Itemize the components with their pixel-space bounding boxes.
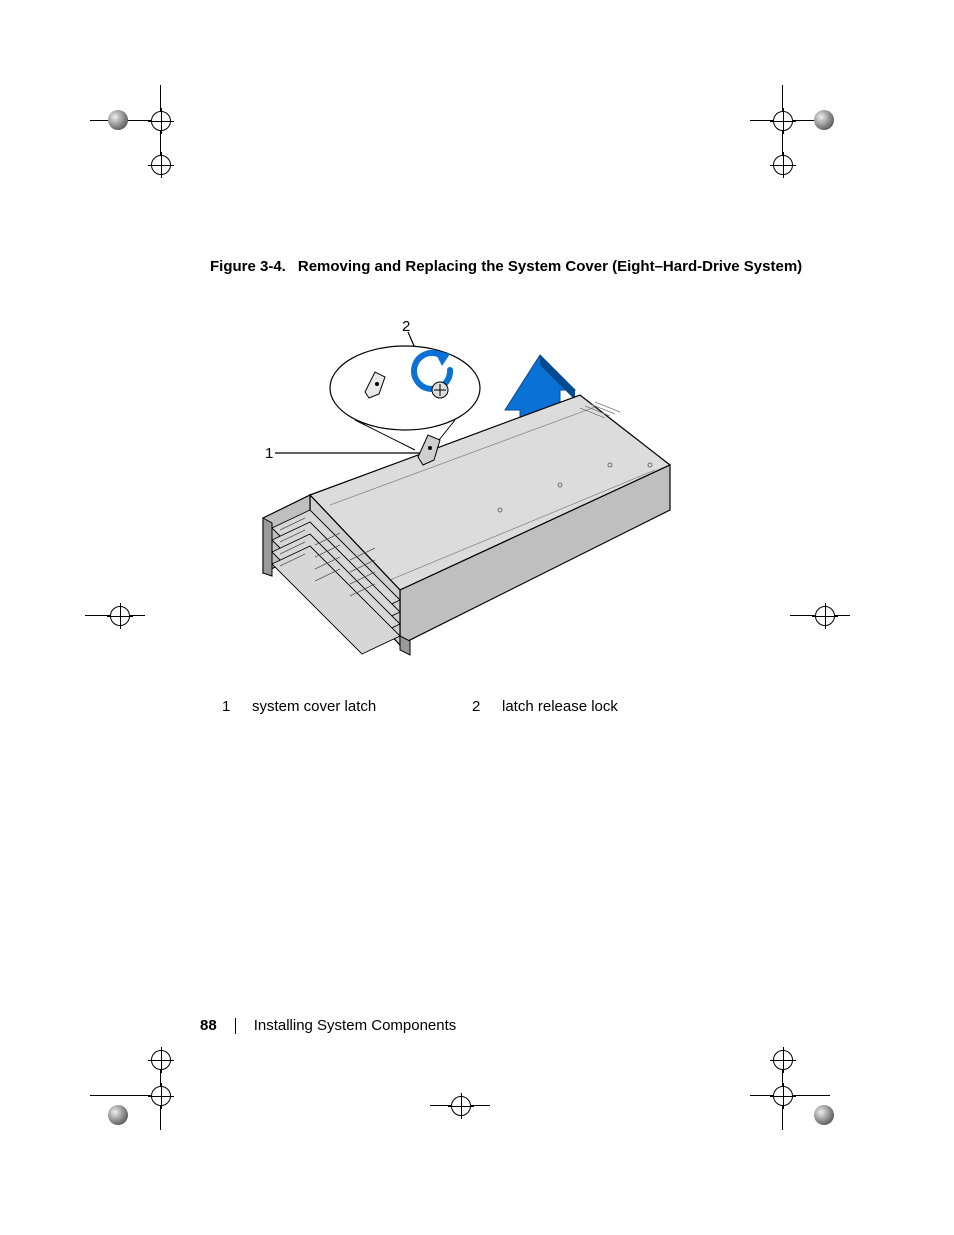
figure-legend: 1 system cover latch 2 latch release loc… xyxy=(222,698,722,715)
section-title: Installing System Components xyxy=(254,1017,457,1034)
callout-2: 2 xyxy=(402,318,410,335)
crop-mark-icon xyxy=(85,580,165,660)
legend-label: latch release lock xyxy=(502,698,722,715)
page-footer: 88 Installing System Components xyxy=(200,1017,456,1034)
legend-label: system cover latch xyxy=(252,698,472,715)
crop-mark-icon xyxy=(790,580,870,660)
legend-num: 2 xyxy=(472,698,502,715)
footer-divider-icon xyxy=(235,1018,236,1034)
crop-mark-icon xyxy=(430,1080,510,1160)
server-chassis-icon xyxy=(250,300,680,680)
legend-num: 1 xyxy=(222,698,252,715)
crop-mark-icon xyxy=(90,1050,170,1130)
figure-number: Figure 3-4. xyxy=(210,258,286,275)
figure-caption: Figure 3-4. Removing and Replacing the Sy… xyxy=(210,258,802,275)
page: Figure 3-4. Removing and Replacing the Sy… xyxy=(0,0,954,1235)
callout-1: 1 xyxy=(265,445,273,462)
crop-mark-icon xyxy=(90,85,170,165)
crop-mark-icon xyxy=(750,1050,830,1130)
figure-title: Removing and Replacing the System Cover … xyxy=(298,258,802,275)
system-cover-diagram: 1 2 xyxy=(250,300,680,680)
page-number: 88 xyxy=(200,1017,217,1034)
crop-mark-icon xyxy=(750,85,830,165)
